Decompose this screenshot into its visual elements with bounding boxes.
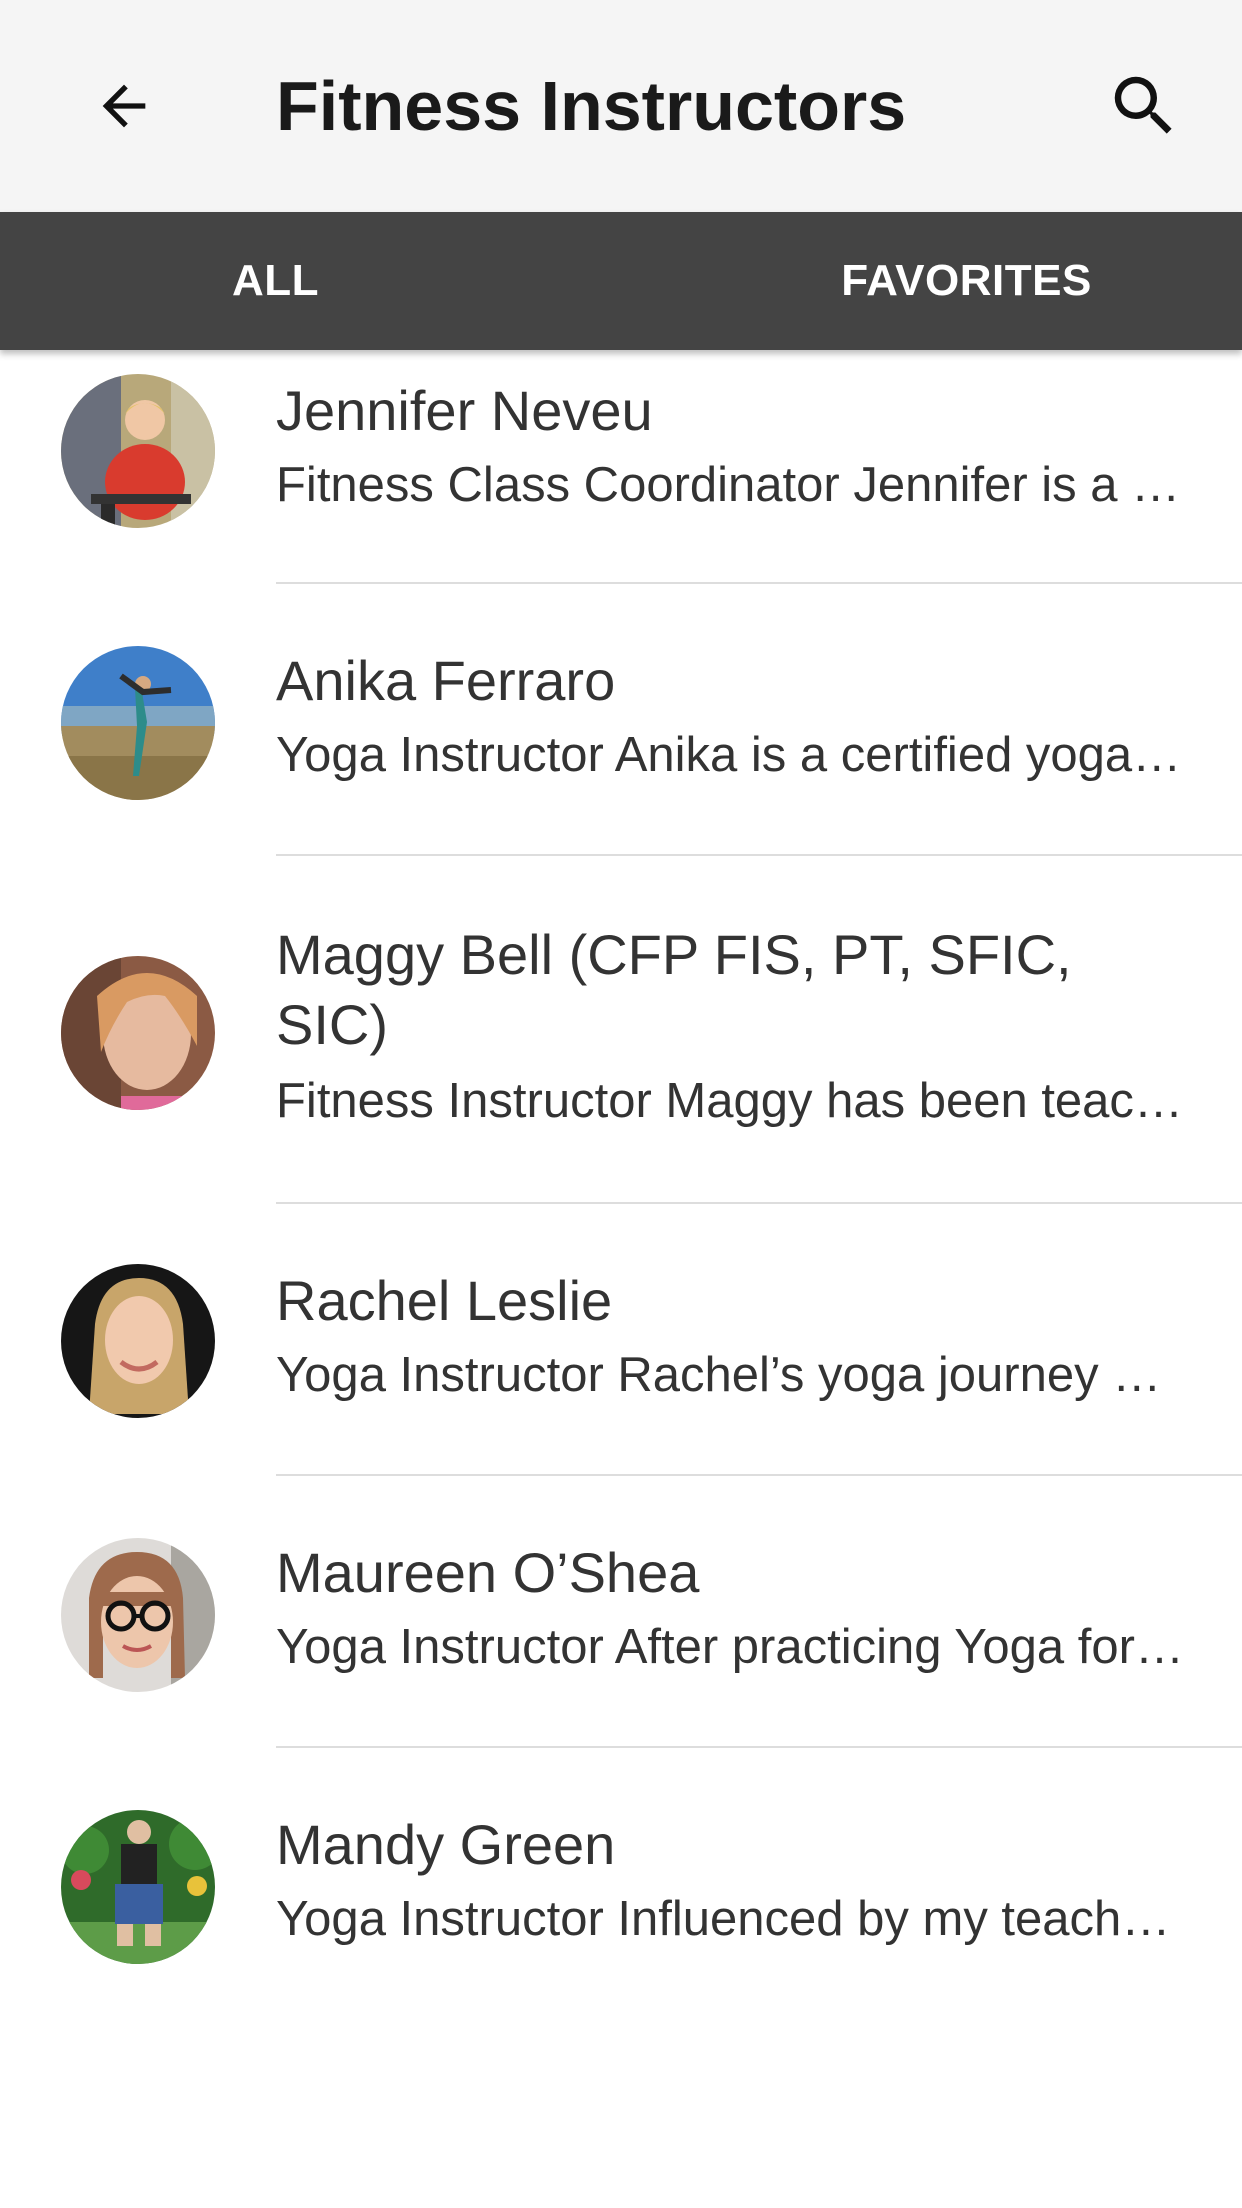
- instructor-name: Mandy Green: [276, 1813, 616, 1876]
- instructor-description: Fitness Class Coordinator Jennifer is a …: [276, 458, 1186, 512]
- instructor-list: Jennifer Neveu Fitness Class Coordinator…: [0, 350, 1242, 1982]
- list-item[interactable]: Anika Ferraro Yoga Instructor Anika is a…: [0, 584, 1242, 856]
- arrow-left-icon: [102, 84, 146, 128]
- tab-favorites[interactable]: FAVORITES: [621, 212, 1242, 350]
- avatar: [61, 1810, 215, 1964]
- avatar: [61, 646, 215, 800]
- instructor-name: Maggy Bell (CFP FIS, PT, SFIC, SIC): [276, 923, 1072, 1056]
- list-item[interactable]: Maggy Bell (CFP FIS, PT, SFIC, SIC) Fitn…: [0, 856, 1242, 1204]
- instructor-description: Yoga Instructor Rachel’s yoga journey be…: [276, 1348, 1186, 1402]
- instructor-name: Jennifer Neveu: [276, 379, 653, 442]
- app-screen: Fitness Instructors ALL FAVORITES Jennif…: [0, 0, 1242, 2208]
- app-bar: Fitness Instructors: [0, 0, 1242, 212]
- list-item[interactable]: Maureen O’Shea Yoga Instructor After pra…: [0, 1476, 1242, 1748]
- instructor-name: Rachel Leslie: [276, 1269, 613, 1332]
- tab-favorites-label: FAVORITES: [841, 256, 1092, 305]
- instructor-description: Yoga Instructor Anika is a certified yog…: [276, 728, 1186, 782]
- search-icon: [1114, 76, 1172, 134]
- back-button[interactable]: [72, 60, 176, 152]
- instructor-description: Yoga Instructor After practicing Yoga fo…: [276, 1620, 1186, 1674]
- avatar: [61, 1538, 215, 1692]
- instructor-name: Anika Ferraro: [276, 649, 616, 712]
- avatar: [61, 1264, 215, 1418]
- list-item[interactable]: Rachel Leslie Yoga Instructor Rachel’s y…: [0, 1204, 1242, 1476]
- list-item[interactable]: Jennifer Neveu Fitness Class Coordinator…: [0, 350, 1242, 584]
- page-title: Fitness Instructors: [276, 67, 907, 145]
- tab-all[interactable]: ALL: [0, 212, 621, 350]
- tab-bar: ALL FAVORITES: [0, 212, 1242, 350]
- search-button[interactable]: [1096, 60, 1192, 152]
- tab-all-label: ALL: [231, 256, 320, 305]
- list-item[interactable]: Mandy Green Yoga Instructor Influenced b…: [0, 1748, 1242, 1982]
- avatar: [61, 374, 215, 528]
- instructor-description: Yoga Instructor Influenced by my teacher…: [276, 1892, 1186, 1946]
- instructor-name: Maureen O’Shea: [276, 1541, 700, 1604]
- avatar: [61, 956, 215, 1110]
- instructor-description: Fitness Instructor Maggy has been teachi…: [276, 1074, 1186, 1128]
